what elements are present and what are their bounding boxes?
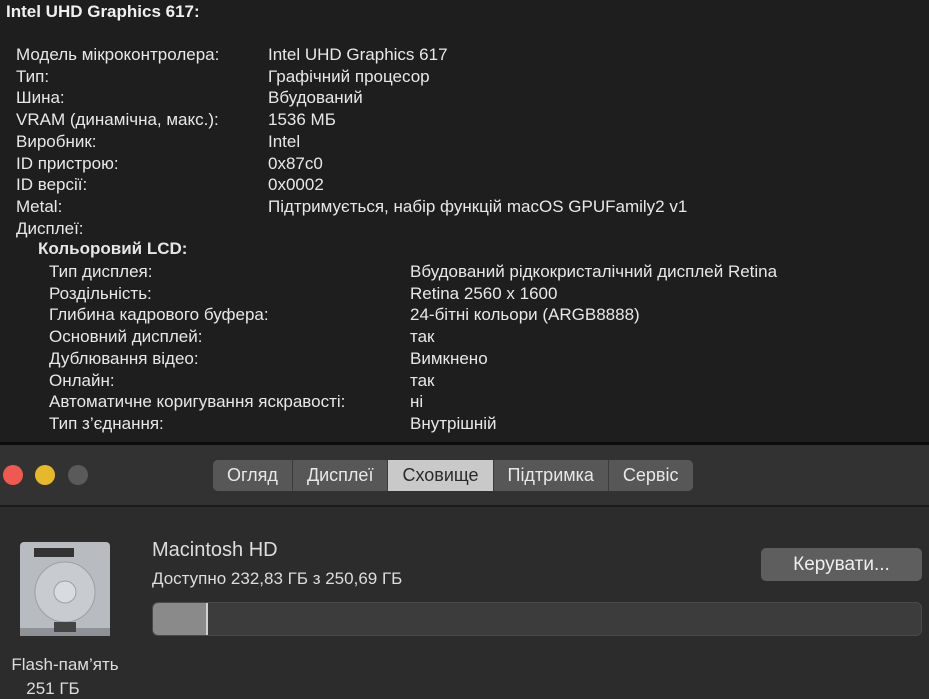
info-value: так [410,327,435,347]
info-label: Автоматичне коригування яскравості: [49,392,346,412]
info-label: Глибина кадрового буфера: [49,305,269,325]
info-label: Тип з’єднання: [49,413,164,433]
drive-size: 251 ГБ [26,679,80,698]
disk-name: Macintosh HD [152,539,278,561]
info-value: 1536 МБ [268,110,336,130]
system-report-pane: Intel UHD Graphics 617: Модель мікроконт… [0,0,929,442]
info-value: так [410,370,435,390]
info-value: Retina 2560 x 1600 [410,283,558,303]
tab-bar: Огляд Дисплеї Сховище Підтримка Сервіс [213,460,693,491]
info-label: Основний дисплей: [49,327,203,347]
info-value: Внутрішній [410,413,497,433]
tab-overview[interactable]: Огляд [213,460,293,491]
info-value: 0x87c0 [268,153,323,173]
info-label: Модель мікроконтролера: [16,45,220,64]
storage-used-fill [153,603,208,635]
manage-button[interactable]: Керувати... [761,548,922,581]
info-value: ні [410,392,424,412]
info-label: Тип: [16,66,50,86]
info-value: Вимкнено [410,348,488,368]
toolbar: Огляд Дисплеї Сховище Підтримка Сервіс [0,445,929,507]
minimize-button[interactable] [35,465,55,485]
info-label: Виробник: [16,131,97,151]
drive-type: Flash-пам’ять [11,655,119,674]
info-value: Вбудований рідкокристалічний дисплей Ret… [410,262,778,281]
info-label: ID пристрою: [16,153,119,173]
info-value: Intel UHD Graphics 617 [268,45,448,64]
close-button[interactable] [3,465,23,485]
info-label: Роздільність: [49,283,152,303]
tab-service[interactable]: Сервіс [608,460,693,491]
info-label: Дисплеї: [16,218,84,238]
info-value: Підтримується, набір функцій macOS GPUFa… [268,196,688,216]
info-label: Дублювання відео: [49,348,199,368]
tab-support[interactable]: Підтримка [493,460,609,491]
zoom-button[interactable] [68,465,88,485]
info-value: 0x0002 [268,175,324,195]
info-label: Metal: [16,196,63,216]
info-value: 24-бітні кольори (ARGB8888) [410,305,640,325]
info-value: Вбудований [268,88,363,108]
storage-usage-bar [152,602,922,636]
tab-storage[interactable]: Сховище [388,460,494,491]
info-value: Графічний процесор [268,66,430,86]
info-label: VRAM (динамічна, макс.): [16,110,219,130]
info-label: Шина: [16,88,65,108]
gpu-title: Intel UHD Graphics 617: [6,2,200,21]
info-label: ID версії: [16,175,88,195]
info-value: Intel [268,131,301,151]
info-label: Онлайн: [49,370,115,390]
about-this-mac-window: Огляд Дисплеї Сховище Підтримка Сервіс F… [0,445,929,699]
hard-drive-icon [20,542,110,636]
tab-displays[interactable]: Дисплеї [292,460,389,491]
disk-available: Доступно 232,83 ГБ з 250,69 ГБ [152,569,403,588]
info-label: Тип дисплея: [49,262,153,281]
display-title: Кольоровий LCD: [38,239,188,258]
